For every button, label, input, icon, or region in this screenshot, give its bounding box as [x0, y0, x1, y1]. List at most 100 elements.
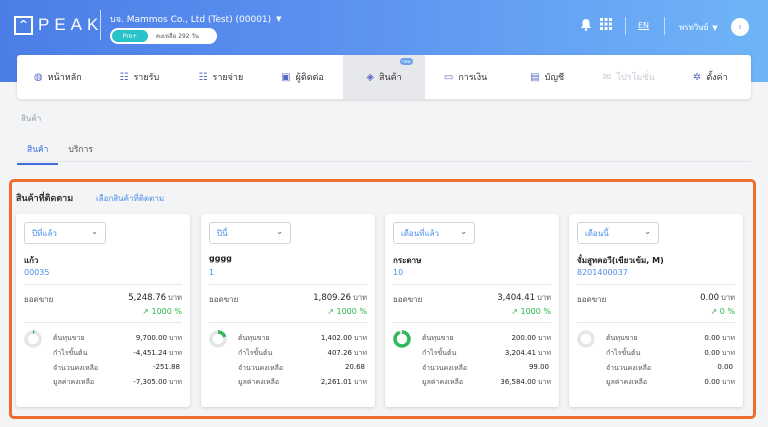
cost-profit-donut: [577, 330, 595, 348]
stat-label: ต้นทุนขาย: [53, 334, 85, 342]
stat-value: 20.68: [344, 363, 365, 371]
expense-icon: ☷: [198, 71, 208, 83]
chevron-down-icon: ▼: [276, 15, 282, 23]
chevron-down-icon: ⌄: [276, 227, 283, 236]
plan-days-left: คงเหลือ 292 วัน: [156, 33, 199, 40]
stat-label: กำไรขั้นต้น: [606, 349, 641, 357]
product-name: แก้ว: [24, 256, 39, 265]
stat-label: ต้นทุนขาย: [422, 334, 454, 342]
stat-label: จำนวนคงเหลือ: [238, 364, 284, 372]
income-icon: ☷: [119, 71, 129, 83]
plan-badge: Pro+: [112, 30, 148, 42]
book-icon: ▤: [530, 71, 540, 83]
stat-label: กำไรขั้นต้น: [238, 349, 273, 357]
stat-value: 99.00: [528, 363, 549, 371]
stat-label: มูลค่าคงเหลือ: [238, 378, 280, 386]
company-switcher[interactable]: บจ. Mammos Co., Ltd (Test) (00001) ▼: [110, 12, 282, 26]
sales-value: 1,809.26 บาท: [313, 293, 367, 303]
divider: [577, 284, 735, 285]
money-icon: ▭: [443, 71, 454, 83]
arrow-up-icon: ↗: [710, 307, 718, 316]
nav-promotion[interactable]: ✉ โปรโมชั่น: [588, 55, 670, 99]
nav-income[interactable]: ☷ รายรับ: [99, 55, 181, 99]
stat-label: มูลค่าคงเหลือ: [606, 378, 648, 386]
chevron-down-icon: ⌄: [644, 227, 651, 236]
header-divider: [625, 17, 626, 35]
stat-label: มูลค่าคงเหลือ: [53, 378, 95, 386]
breadcrumb: สินค้า: [21, 114, 42, 123]
nav-contacts[interactable]: ▣ ผู้ติดต่อ: [262, 55, 344, 99]
stat-label: กำไรขั้นต้น: [53, 349, 88, 357]
stat-value: 407.26 บาท: [327, 349, 368, 357]
language-toggle[interactable]: EN: [638, 21, 649, 30]
period-select[interactable]: ปีนี้ ⌄: [209, 222, 291, 244]
dashboard-icon: ◍: [33, 71, 43, 83]
stat-label: ต้นทุนขาย: [606, 334, 638, 342]
nav-products[interactable]: ◈ สินค้า new: [343, 55, 425, 99]
sales-label: ยอดขาย: [577, 295, 607, 304]
main-nav: ◍ หน้าหลัก ☷ รายรับ ☷ รายจ่าย ▣ ผู้ติดต่อ ◈ ส…: [17, 55, 751, 99]
arrow-up-icon: ↗: [511, 307, 518, 316]
stat-label: จำนวนคงเหลือ: [422, 364, 468, 372]
nav-accounting[interactable]: ▤ บัญชี: [506, 55, 588, 99]
product-name: จั๋มสูทคอวี(เขียวเข้ม, M): [577, 256, 664, 265]
growth-indicator: ↗ 1000 %: [327, 307, 367, 316]
chevron-down-icon: ⌄: [91, 227, 98, 236]
promo-icon: ✉: [602, 71, 612, 83]
header-divider: [664, 17, 665, 35]
header-divider: [100, 10, 101, 40]
section-title: สินค้าที่ติดตาม: [16, 194, 74, 204]
nav-dashboard[interactable]: ◍ หน้าหลัก: [17, 55, 99, 99]
cost-profit-donut: [209, 330, 227, 348]
divider: [24, 322, 182, 323]
user-menu[interactable]: พรทวิษย์ ▼: [679, 21, 718, 34]
cost-profit-donut: [393, 330, 411, 348]
peak-logo[interactable]: ^ PEAK: [14, 15, 103, 35]
period-select[interactable]: เดือนนี้ ⌄: [577, 222, 659, 244]
growth-indicator: ↗ 1000 %: [142, 307, 182, 316]
chevron-down-icon: ▼: [712, 23, 718, 32]
stat-value: 2,261.01 บาท: [320, 378, 367, 386]
divider: [577, 322, 735, 323]
company-name: บจ. Mammos Co., Ltd (Test) (00001): [110, 15, 272, 25]
sales-label: ยอดขาย: [24, 295, 54, 304]
stat-value: -7,305.00 บาท: [133, 378, 182, 386]
product-code-link[interactable]: 1: [209, 268, 214, 277]
stat-value: 36,584.00 บาท: [500, 378, 551, 386]
divider: [393, 322, 551, 323]
period-select[interactable]: ปีที่แล้ว ⌄: [24, 222, 106, 244]
nav-finance[interactable]: ▭ การเงิน: [425, 55, 507, 99]
stat-label: จำนวนคงเหลือ: [53, 364, 99, 372]
avatar[interactable]: ı: [731, 18, 749, 36]
product-code-link[interactable]: 00035: [24, 268, 49, 277]
product-code-link[interactable]: 10: [393, 268, 403, 277]
contact-icon: ▣: [281, 71, 291, 83]
growth-indicator: ↗ 0 %: [710, 307, 735, 316]
tabs-divider: [17, 161, 751, 162]
period-select[interactable]: เดือนที่แล้ว ⌄: [393, 222, 475, 244]
product-name: gggg: [209, 254, 232, 263]
choose-tracked-link[interactable]: เลือกสินค้าที่ติดตาม: [96, 192, 164, 205]
bell-icon[interactable]: [580, 18, 592, 33]
nav-settings[interactable]: ✲ ตั้งค่า: [670, 55, 752, 99]
product-name: กระดาษ: [393, 256, 422, 265]
box-icon: ◈: [366, 71, 375, 83]
nav-expense[interactable]: ☷ รายจ่าย: [180, 55, 262, 99]
product-card: ปีที่แล้ว ⌄ แก้ว 00035 ยอดขาย 5,248.76 บาท ↗ 10…: [16, 214, 190, 407]
gear-icon: ✲: [692, 71, 702, 83]
arrow-up-icon: ↗: [327, 307, 334, 316]
stat-value: 3,204.41 บาท: [504, 349, 551, 357]
sales-label: ยอดขาย: [209, 295, 239, 304]
plan-pill: Pro+ คงเหลือ 292 วัน: [110, 28, 217, 44]
sales-label: ยอดขาย: [393, 295, 423, 304]
stat-value: 1,402.00 บาท: [320, 334, 367, 342]
stat-label: กำไรขั้นต้น: [422, 349, 457, 357]
sales-value: 3,404.41 บาท: [497, 293, 551, 303]
stat-value: 0.00 บาท: [704, 378, 735, 386]
user-name: พรทวิษย์: [679, 23, 709, 32]
growth-indicator: ↗ 1000 %: [511, 307, 551, 316]
divider: [393, 284, 551, 285]
logo-mark: ^: [14, 15, 33, 35]
apps-grid-icon[interactable]: [600, 18, 612, 32]
product-code-link[interactable]: 8201400037: [577, 268, 628, 277]
